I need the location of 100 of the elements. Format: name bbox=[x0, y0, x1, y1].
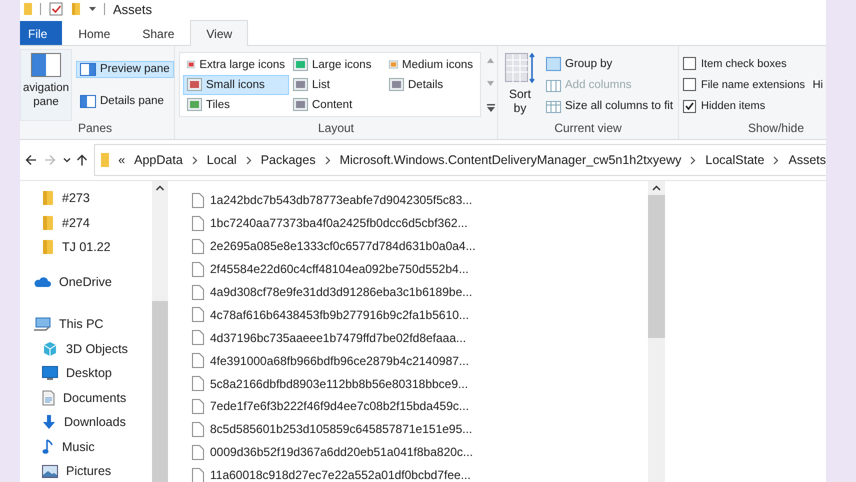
file-name[interactable]: 2f45584e22d60c4cff48104ea092be750d552b4... bbox=[210, 262, 469, 276]
nav-pane-item[interactable]: This PC bbox=[59, 317, 104, 332]
checkbox[interactable] bbox=[683, 100, 696, 113]
nav-pane-item[interactable]: Documents bbox=[63, 390, 126, 405]
cube-icon bbox=[42, 340, 58, 357]
chevron-icon bbox=[192, 156, 198, 164]
file-name[interactable]: 7ede1f7e6f3b222f46f9d4ee7c08b2f15bda459c... bbox=[210, 399, 469, 414]
expand-gallery-icon[interactable] bbox=[487, 104, 495, 112]
file-name[interactable]: 11a60018c918d27ec7e22a552a01df0bcbd7fee... bbox=[210, 468, 471, 482]
view-icon bbox=[293, 58, 308, 71]
layout-option[interactable]: Details bbox=[385, 74, 477, 94]
computer-icon bbox=[33, 317, 51, 332]
scrollbar-thumb[interactable] bbox=[152, 301, 168, 482]
folder-icon bbox=[24, 2, 32, 16]
columns-icon bbox=[546, 99, 561, 114]
checkbox[interactable] bbox=[683, 78, 696, 92]
file-menu-tab[interactable]: File bbox=[20, 21, 62, 45]
pane-toggle-button[interactable]: Preview pane bbox=[76, 60, 174, 78]
layout-option[interactable]: Small icons bbox=[183, 74, 289, 94]
hide-selected-button[interactable]: Hi bbox=[812, 79, 826, 91]
nav-pane-item[interactable]: OneDrive bbox=[59, 274, 112, 289]
monitor-icon bbox=[42, 366, 58, 380]
dropdown-icon[interactable] bbox=[89, 6, 96, 12]
view-icon bbox=[293, 78, 308, 91]
file-name[interactable]: 5c8a2166dbfbd8903e112bb8b56e80318bbce9... bbox=[210, 376, 468, 391]
file-icon bbox=[192, 353, 204, 368]
breadcrumb-segment[interactable]: Local bbox=[206, 153, 237, 167]
checkbox-label: Hidden items bbox=[701, 100, 766, 112]
scrollbar[interactable] bbox=[648, 181, 665, 482]
picture-icon bbox=[42, 464, 58, 478]
up-icon bbox=[76, 154, 88, 166]
file-icon bbox=[192, 284, 204, 300]
sort-by-button[interactable]: Sort by bbox=[502, 49, 538, 121]
nav-pane-item[interactable]: 3D Objects bbox=[66, 342, 128, 356]
scrollbar[interactable] bbox=[152, 181, 168, 482]
breadcrumb-segment[interactable]: Microsoft.Windows.ContentDeliveryManager_cw5n1h2txyewy bbox=[340, 153, 682, 167]
breadcrumb-segment[interactable]: AppData bbox=[134, 153, 183, 167]
layout-option[interactable]: Large icons bbox=[289, 54, 385, 74]
group-command-button[interactable]: Group by bbox=[542, 54, 678, 73]
nav-pane-item[interactable]: Music bbox=[62, 440, 95, 454]
chevron-icon bbox=[690, 156, 696, 164]
file-name[interactable]: 0009d36b52f19d367a6dd20eb51a041f8ba820c... bbox=[210, 445, 473, 460]
fit-command-button[interactable]: Size all columns to fit bbox=[542, 97, 678, 116]
ribbon-tab[interactable]: View bbox=[190, 20, 248, 46]
nav-pane-item[interactable]: #273 bbox=[62, 191, 90, 206]
file-icon bbox=[192, 192, 204, 208]
breadcrumb-segment[interactable]: LocalState bbox=[705, 153, 764, 167]
file-icon bbox=[192, 330, 204, 346]
file-name[interactable]: 4fe391000a68fb966bdfb96ce2879b4c2140987... bbox=[210, 354, 469, 368]
address-field[interactable]: « AppData Local Packages Microsoft.Windows.ContentDeliveryManager_cw5n1h2txyewy LocalState Assets bbox=[94, 144, 826, 176]
overflow-button[interactable]: « bbox=[118, 153, 126, 167]
view-icon bbox=[187, 98, 202, 111]
chevron-icon bbox=[246, 156, 252, 164]
group-icon bbox=[546, 56, 561, 71]
nav-pane-item[interactable]: TJ 01.22 bbox=[62, 240, 111, 254]
ribbon-tab[interactable]: Share bbox=[126, 21, 190, 45]
pane-toggle-button[interactable]: Details pane bbox=[76, 92, 174, 110]
layout-option[interactable]: Tiles bbox=[183, 94, 289, 114]
view-icon bbox=[187, 58, 196, 71]
window-title: Assets bbox=[113, 2, 152, 16]
pane-icon bbox=[80, 62, 96, 76]
nav-pane-item[interactable]: Pictures bbox=[66, 464, 112, 478]
file-name[interactable]: 4d37196bc735aaeee1b7479ffd7be02fd8efaaa... bbox=[210, 330, 466, 345]
group-label: Layout bbox=[316, 121, 356, 137]
file-name[interactable]: 1bc7240aa77373ba4f0a2425fb0dcc6d5cbf362... bbox=[210, 216, 468, 230]
chevron-icon bbox=[324, 156, 331, 164]
scrollbar-thumb[interactable] bbox=[648, 195, 665, 338]
breadcrumb-segment[interactable]: Assets bbox=[788, 153, 826, 167]
music-note-icon bbox=[42, 438, 54, 455]
layout-option[interactable]: List bbox=[289, 74, 385, 94]
view-icon bbox=[293, 98, 308, 111]
view-icon bbox=[389, 58, 398, 71]
nav-pane-item[interactable]: Desktop bbox=[66, 366, 112, 380]
file-name[interactable]: 8c5d585601b253d105859c645857871e151e95... bbox=[210, 422, 472, 436]
ribbon-tab[interactable]: Home bbox=[62, 21, 126, 45]
layout-option[interactable]: Medium icons bbox=[385, 54, 477, 74]
file-icon bbox=[192, 444, 204, 460]
file-icon bbox=[192, 376, 204, 392]
columns-icon bbox=[546, 78, 561, 92]
checkmark-icon[interactable] bbox=[49, 2, 63, 16]
file-name[interactable]: 4c78af616b6438453fb9b277916b9c2fa1b5610... bbox=[210, 308, 469, 322]
file-icon bbox=[192, 262, 204, 277]
folder-icon bbox=[42, 239, 54, 256]
nav-pane-item[interactable]: Downloads bbox=[64, 415, 126, 430]
checkbox[interactable] bbox=[683, 57, 696, 70]
file-name[interactable]: 4a9d308cf78e9fe31dd3d91286eba3c1b6189be... bbox=[210, 285, 472, 299]
document-icon bbox=[42, 390, 55, 406]
view-icon bbox=[187, 78, 202, 91]
file-icon bbox=[192, 398, 204, 414]
checkbox-label: File name extensions bbox=[701, 78, 805, 91]
cloud-icon bbox=[33, 276, 51, 288]
layout-option[interactable]: Extra large icons bbox=[183, 54, 289, 74]
checkmark-icon bbox=[685, 102, 694, 110]
file-icon bbox=[192, 422, 204, 437]
file-name[interactable]: 1a242bdc7b543db78773eabfe7d9042305f5c83... bbox=[210, 193, 472, 208]
layout-option[interactable]: Content bbox=[289, 94, 385, 114]
nav-pane-item[interactable]: #274 bbox=[62, 216, 90, 230]
navigation-pane-button[interactable]: avigation pane bbox=[20, 49, 72, 121]
file-name[interactable]: 2e2695a085e8e1333cf0c6577d784d631b0a0a4... bbox=[210, 239, 476, 254]
breadcrumb-segment[interactable]: Packages bbox=[260, 153, 316, 167]
